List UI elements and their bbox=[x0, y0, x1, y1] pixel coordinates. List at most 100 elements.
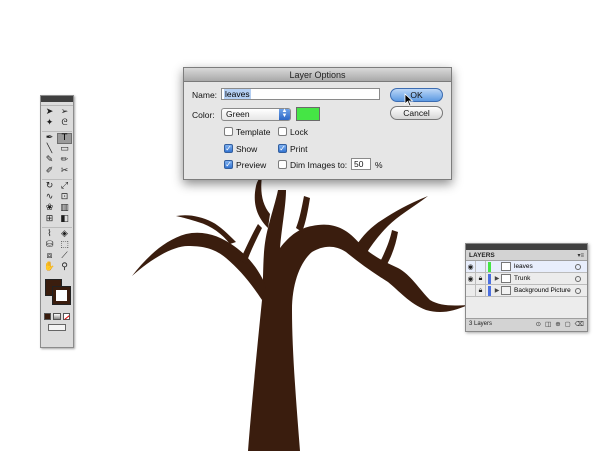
visibility-eye-icon[interactable]: ◉ bbox=[466, 272, 476, 285]
magic-wand-tool-icon[interactable]: ✦ bbox=[42, 118, 57, 129]
layer-color-indicator bbox=[488, 285, 491, 296]
warp-tool-icon[interactable]: ∿ bbox=[42, 192, 57, 203]
live-paint-selection-tool-icon[interactable]: ⬚ bbox=[57, 240, 72, 251]
blend-tool-icon[interactable]: ◈ bbox=[57, 229, 72, 240]
rotate-tool-icon[interactable]: ↻ bbox=[42, 181, 57, 192]
clipping-mask-icon[interactable]: ◫ bbox=[545, 320, 551, 328]
lock-icon[interactable]: 🔒︎ bbox=[476, 284, 486, 297]
checkbox-box bbox=[278, 160, 287, 169]
tool-group-separator bbox=[42, 177, 72, 180]
layer-thumbnail bbox=[501, 262, 511, 271]
trash-icon[interactable]: ⌫ bbox=[575, 320, 584, 328]
ok-button[interactable]: OK bbox=[390, 88, 443, 102]
show-checkbox[interactable]: ✓ Show bbox=[224, 143, 257, 154]
gradient-tool-icon[interactable]: ◧ bbox=[57, 214, 72, 225]
print-checkbox[interactable]: ✓ Print bbox=[278, 143, 307, 154]
slice-tool-icon[interactable]: ⟋ bbox=[57, 251, 72, 262]
new-sublayer-icon[interactable]: ⊕ bbox=[555, 320, 560, 328]
scale-tool-icon[interactable]: ⤢ bbox=[57, 181, 72, 192]
checkbox-label: Lock bbox=[290, 126, 308, 137]
checkmark-icon: ✓ bbox=[278, 143, 287, 153]
target-circle-icon[interactable] bbox=[575, 287, 581, 294]
visibility-eye-icon[interactable]: ◉ bbox=[466, 260, 476, 273]
direct-selection-tool-icon[interactable]: ➢ bbox=[57, 107, 72, 118]
live-paint-bucket-tool-icon[interactable]: ⛁ bbox=[42, 240, 57, 251]
layer-thumbnail bbox=[501, 274, 511, 283]
tool-group-separator bbox=[42, 129, 72, 132]
type-tool-icon[interactable]: T bbox=[57, 133, 72, 144]
pen-tool-icon[interactable]: ✒ bbox=[42, 133, 57, 144]
checkbox-label: Preview bbox=[236, 159, 267, 170]
lock-toggle[interactable] bbox=[476, 260, 486, 273]
tool-group-separator bbox=[42, 225, 72, 228]
stroke-color-swatch[interactable] bbox=[52, 286, 71, 305]
name-field[interactable]: leaves bbox=[221, 88, 380, 100]
layers-panel-grip[interactable] bbox=[466, 244, 587, 250]
checkbox-label: Show bbox=[236, 143, 258, 154]
selection-tool-icon[interactable]: ➤ bbox=[42, 107, 57, 118]
layer-name: Background Picture bbox=[514, 287, 571, 294]
tools-panel: ➤ ➢ ✦ ᘓ ✒ T ╲ ▭ ✎ ✏ ✐ ✂ ↻ ⤢ ∿ ⊡ ❀ ▥ ⊞ ◧ ⌇ ◈ ⛁ ⬚ ⧈ ⟋ ✋ ⚲ bbox=[40, 95, 74, 348]
color-select[interactable]: Green ▲ ▼ bbox=[221, 108, 291, 121]
dim-percent-input[interactable]: 50 bbox=[351, 158, 371, 170]
locate-object-icon[interactable]: ⊙ bbox=[536, 320, 541, 328]
none-mode-button[interactable] bbox=[62, 313, 70, 320]
screen-mode-button[interactable] bbox=[48, 324, 66, 331]
selection-indicator bbox=[583, 261, 587, 273]
color-select-value: Green bbox=[226, 109, 250, 119]
color-label: Color: bbox=[192, 110, 215, 120]
layer-options-dialog: Layer Options Name: leaves Color: Green … bbox=[183, 67, 452, 180]
template-checkbox[interactable]: Template bbox=[224, 126, 271, 137]
free-transform-tool-icon[interactable]: ⊡ bbox=[57, 192, 72, 203]
blob-brush-tool-icon[interactable]: ✐ bbox=[42, 166, 57, 177]
gradient-mode-button[interactable] bbox=[53, 313, 61, 320]
paintbrush-tool-icon[interactable]: ✎ bbox=[42, 155, 57, 166]
cancel-button[interactable]: Cancel bbox=[390, 106, 443, 120]
dialog-title: Layer Options bbox=[184, 68, 451, 82]
layers-panel-header: LAYERS ▾≡ bbox=[466, 250, 587, 261]
layer-row-trunk[interactable]: ◉ 🔒︎ ▶ Trunk bbox=[466, 272, 587, 285]
color-mode-button[interactable] bbox=[44, 313, 52, 320]
preview-checkbox[interactable]: ✓ Preview bbox=[224, 159, 266, 170]
target-circle-icon[interactable] bbox=[575, 263, 581, 270]
selection-indicator bbox=[583, 285, 587, 297]
color-mode-row bbox=[41, 311, 73, 322]
lock-checkbox[interactable]: Lock bbox=[278, 126, 308, 137]
lock-icon[interactable]: 🔒︎ bbox=[476, 272, 486, 285]
artboard-tool-icon[interactable]: ⧈ bbox=[42, 251, 57, 262]
checkbox-label: Template bbox=[236, 126, 271, 137]
layers-panel-footer: 3 Layers ⊙ ◫ ⊕ ▢ ⌫ bbox=[466, 318, 587, 329]
layer-row-background-picture[interactable]: 🔒︎ ▶ Background Picture bbox=[466, 284, 587, 297]
dim-images-checkbox[interactable]: Dim Images to: bbox=[278, 159, 347, 170]
visibility-toggle[interactable] bbox=[466, 284, 476, 297]
symbol-sprayer-tool-icon[interactable]: ❀ bbox=[42, 203, 57, 214]
name-label: Name: bbox=[192, 90, 218, 100]
layer-color-swatch[interactable] bbox=[296, 107, 320, 121]
tree-trunk-artwork bbox=[132, 176, 468, 451]
panel-menu-icon[interactable]: ▾≡ bbox=[577, 252, 584, 259]
column-graph-tool-icon[interactable]: ▥ bbox=[57, 203, 72, 214]
rectangle-tool-icon[interactable]: ▭ bbox=[57, 144, 72, 155]
checkbox-label: Print bbox=[290, 143, 308, 154]
fill-stroke-area bbox=[43, 277, 71, 311]
expand-triangle-icon[interactable]: ▶ bbox=[493, 287, 501, 294]
pencil-tool-icon[interactable]: ✏ bbox=[57, 155, 72, 166]
line-tool-icon[interactable]: ╲ bbox=[42, 144, 57, 155]
layer-row-leaves[interactable]: ◉ leaves bbox=[466, 260, 587, 273]
new-layer-icon[interactable]: ▢ bbox=[565, 320, 571, 328]
layers-list-empty-area bbox=[466, 297, 587, 318]
layers-tab[interactable]: LAYERS bbox=[469, 252, 495, 259]
lasso-tool-icon[interactable]: ᘓ bbox=[57, 118, 72, 129]
percent-label: % bbox=[375, 160, 383, 170]
layer-name: Trunk bbox=[514, 275, 531, 282]
hand-tool-icon[interactable]: ✋ bbox=[42, 262, 57, 273]
mesh-tool-icon[interactable]: ⊞ bbox=[42, 214, 57, 225]
expand-triangle-icon[interactable]: ▶ bbox=[493, 275, 501, 282]
eraser-tool-icon[interactable]: ✂ bbox=[57, 166, 72, 177]
eyedropper-tool-icon[interactable]: ⌇ bbox=[42, 229, 57, 240]
zoom-tool-icon[interactable]: ⚲ bbox=[57, 262, 72, 273]
target-circle-icon[interactable] bbox=[575, 275, 581, 282]
layer-thumbnail bbox=[501, 286, 511, 295]
selection-indicator bbox=[583, 273, 587, 285]
checkbox-label: Dim Images to: bbox=[290, 159, 348, 170]
